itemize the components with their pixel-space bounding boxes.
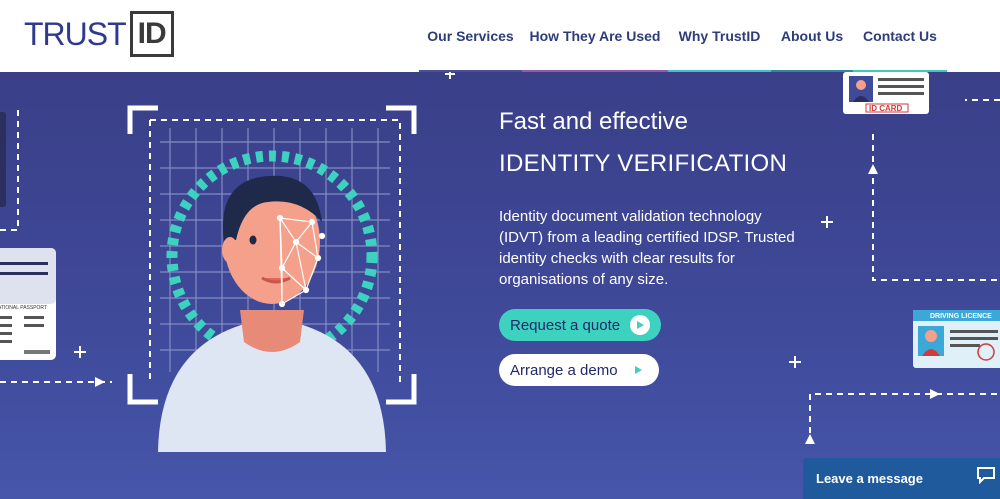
nav-label: Why TrustID: [678, 28, 761, 44]
button-label: Arrange a demo: [510, 361, 618, 379]
nav-label: How They Are Used: [529, 28, 661, 44]
nav-how-they-are-used[interactable]: How They Are Used: [522, 0, 668, 72]
nav-contact-us[interactable]: Contact Us: [853, 0, 947, 72]
hero-description: Identity document validation technology …: [499, 208, 795, 288]
nav-label: Our Services: [427, 28, 514, 44]
main-nav: Our Services How They Are Used Why Trust…: [419, 0, 947, 72]
nav-why-trustid[interactable]: Why TrustID: [668, 0, 771, 72]
arrange-demo-button[interactable]: Arrange a demo: [499, 354, 659, 386]
passport-card: ATIONAL PASSPORT: [0, 248, 56, 360]
arrow-icon: [868, 164, 878, 174]
nav-about-us[interactable]: About Us: [771, 0, 853, 72]
arrow-icon: [95, 377, 105, 387]
trustid-logo[interactable]: TRUST ID: [24, 10, 174, 58]
svg-text:ATIONAL PASSPORT: ATIONAL PASSPORT: [0, 305, 47, 311]
arrow-icon: [805, 434, 815, 444]
chat-label: Leave a message: [816, 471, 923, 486]
site-header: TRUST ID Our Services How They Are Used …: [0, 0, 1000, 72]
driving-licence-card: DRIVING LICENCE: [913, 310, 1000, 368]
hero-section: ATIONAL PASSPORT ID CARD DRIVING LICENCE…: [0, 72, 1000, 499]
svg-text:ID CARD: ID CARD: [869, 104, 903, 113]
svg-text:DRIVING LICENCE: DRIVING LICENCE: [930, 313, 992, 320]
nav-label: Contact Us: [863, 28, 937, 44]
play-icon: [630, 315, 650, 335]
nav-our-services[interactable]: Our Services: [419, 0, 522, 72]
button-label: Request a quote: [510, 316, 621, 334]
logo-id-box: ID: [129, 11, 174, 57]
request-quote-button[interactable]: Request a quote: [499, 309, 661, 341]
nav-label: About Us: [780, 28, 844, 44]
hero-headline: IDENTITY VERIFICATION: [499, 150, 788, 177]
chat-bubble-icon: [977, 467, 995, 484]
hero-tagline: Fast and effective: [499, 108, 688, 135]
leave-message-chat-button[interactable]: Leave a message: [803, 458, 1000, 499]
id-card: ID CARD: [843, 72, 929, 114]
play-icon: [628, 360, 648, 380]
arrow-icon: [930, 389, 940, 399]
logo-trust-text: TRUST: [24, 15, 127, 52]
